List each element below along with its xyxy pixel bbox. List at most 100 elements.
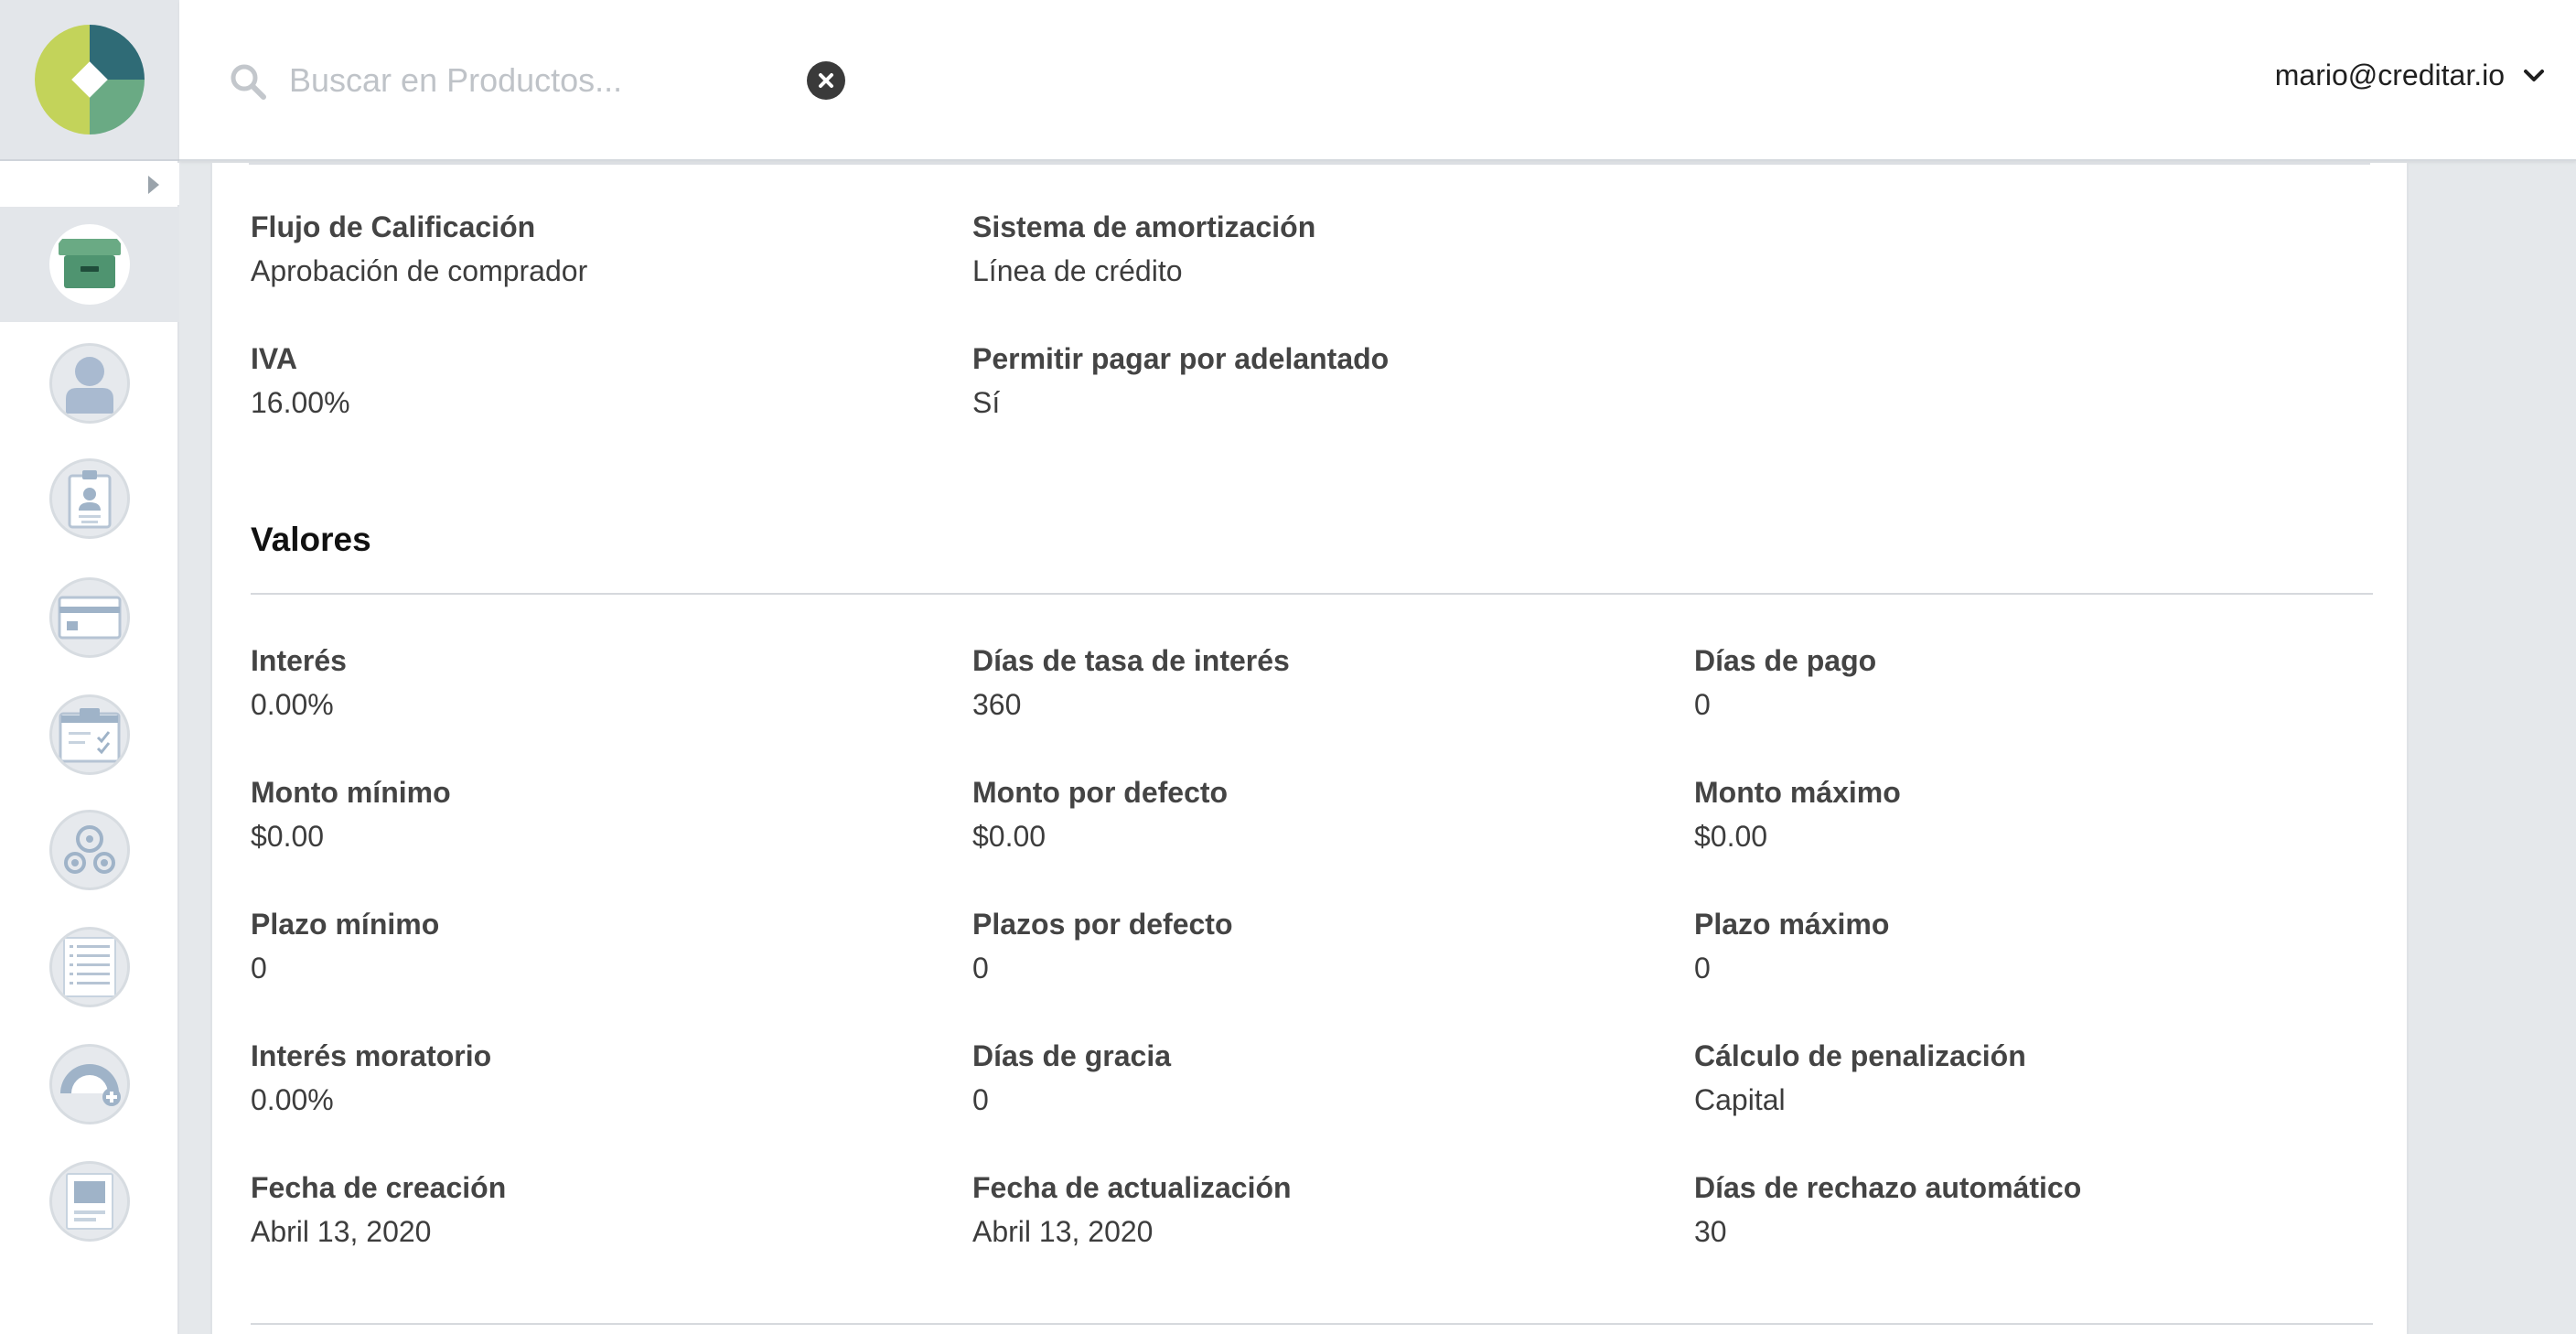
field-dias-pago: Días de pago 0 bbox=[1694, 642, 2389, 723]
field-plazo-maximo: Plazo máximo 0 bbox=[1694, 906, 2389, 986]
gauge-add-icon bbox=[60, 1064, 121, 1106]
nav-item-payments[interactable] bbox=[0, 560, 179, 675]
nav-lists-circle bbox=[49, 927, 130, 1007]
field-value: 30 bbox=[1694, 1215, 1727, 1248]
field-label: Fecha de creación bbox=[251, 1171, 507, 1204]
field-value: 0 bbox=[972, 952, 989, 984]
field-value: Sí bbox=[972, 386, 1001, 419]
field-label: Días de rechazo automático bbox=[1694, 1171, 2082, 1204]
field-value: Abril 13, 2020 bbox=[972, 1215, 1154, 1248]
chevron-down-icon[interactable] bbox=[2523, 69, 2545, 83]
nav-tasks-circle bbox=[49, 694, 130, 775]
field-calculo-penalizacion: Cálculo de penalización Capital bbox=[1694, 1038, 2389, 1118]
field-value: 16.00% bbox=[251, 386, 350, 419]
field-dias-gracia: Días de gracia 0 bbox=[972, 1038, 1668, 1118]
field-sistema-amortizacion: Sistema de amortización Línea de crédito bbox=[972, 209, 1668, 289]
field-fecha-creacion: Fecha de creación Abril 13, 2020 bbox=[251, 1169, 946, 1250]
field-label: Monto mínimo bbox=[251, 776, 451, 809]
credit-card-icon bbox=[58, 596, 122, 640]
field-label: IVA bbox=[251, 342, 297, 375]
field-label: Flujo de Calificación bbox=[251, 210, 536, 243]
nav-item-lists[interactable] bbox=[0, 909, 179, 1025]
webhook-icon bbox=[64, 825, 115, 874]
field-label: Plazo mínimo bbox=[251, 908, 440, 941]
nav-item-reports[interactable] bbox=[0, 1027, 179, 1142]
field-value: Aprobación de comprador bbox=[251, 254, 588, 287]
sidebar bbox=[0, 0, 179, 1334]
nav-item-users[interactable] bbox=[0, 326, 179, 441]
user-menu[interactable]: mario@creditar.io bbox=[2275, 59, 2545, 92]
field-plazos-por-defecto: Plazos por defecto 0 bbox=[972, 906, 1668, 986]
nav-payments-circle bbox=[49, 577, 130, 658]
field-pagar-adelantado: Permitir pagar por adelantado Sí bbox=[972, 340, 1668, 421]
expand-sidebar-icon[interactable] bbox=[148, 176, 159, 194]
field-dias-rechazo-automatico: Días de rechazo automático 30 bbox=[1694, 1169, 2389, 1250]
nav-item-documents[interactable] bbox=[0, 1144, 179, 1259]
field-value: Abril 13, 2020 bbox=[251, 1215, 432, 1248]
field-dias-tasa-interes: Días de tasa de interés 360 bbox=[972, 642, 1668, 723]
field-value: 0.00% bbox=[251, 688, 334, 721]
field-label: Plazo máximo bbox=[1694, 908, 1890, 941]
field-value: $0.00 bbox=[972, 820, 1046, 853]
nav-item-badge[interactable] bbox=[0, 441, 179, 556]
nav-webhooks-circle bbox=[49, 810, 130, 890]
list-icon bbox=[63, 937, 116, 997]
field-label: Monto máximo bbox=[1694, 776, 1901, 809]
nav-item-tasks[interactable] bbox=[0, 677, 179, 792]
field-value: $0.00 bbox=[1694, 820, 1768, 853]
field-label: Permitir pagar por adelantado bbox=[972, 342, 1390, 375]
field-value: Capital bbox=[1694, 1083, 1786, 1116]
nav-users-circle bbox=[49, 343, 130, 424]
divider bbox=[249, 163, 2370, 165]
field-label: Fecha de actualización bbox=[972, 1171, 1292, 1204]
nav-documents-circle bbox=[49, 1161, 130, 1242]
nav-reports-circle bbox=[49, 1044, 130, 1124]
field-flujo-calificacion: Flujo de Calificación Aprobación de comp… bbox=[251, 209, 946, 289]
field-label: Cálculo de penalización bbox=[1694, 1039, 2026, 1072]
field-label: Interés bbox=[251, 644, 347, 677]
field-monto-por-defecto: Monto por defecto $0.00 bbox=[972, 774, 1668, 855]
sidebar-expand-strip[interactable] bbox=[0, 163, 179, 205]
user-email[interactable]: mario@creditar.io bbox=[2275, 59, 2505, 92]
field-plazo-minimo: Plazo mínimo 0 bbox=[251, 906, 946, 986]
field-interes-moratorio: Interés moratorio 0.00% bbox=[251, 1038, 946, 1118]
field-label: Plazos por defecto bbox=[972, 908, 1233, 941]
top-bar: mario@creditar.io bbox=[179, 0, 2576, 161]
archive-box-icon bbox=[59, 239, 121, 288]
field-fecha-actualizacion: Fecha de actualización Abril 13, 2020 bbox=[972, 1169, 1668, 1250]
section-divider bbox=[251, 593, 2373, 595]
field-value: 0 bbox=[1694, 688, 1711, 721]
field-label: Días de pago bbox=[1694, 644, 1877, 677]
brand-logo-icon bbox=[35, 25, 145, 134]
field-monto-maximo: Monto máximo $0.00 bbox=[1694, 774, 2389, 855]
product-detail-card: Flujo de Calificación Aprobación de comp… bbox=[210, 163, 2409, 1334]
field-value: 0 bbox=[1694, 952, 1711, 984]
nav-products-circle bbox=[49, 224, 130, 305]
user-icon bbox=[66, 357, 113, 414]
id-badge-icon bbox=[68, 470, 112, 529]
field-label: Días de gracia bbox=[972, 1039, 1171, 1072]
field-value: 0 bbox=[251, 952, 267, 984]
field-value: 0 bbox=[972, 1083, 989, 1116]
field-iva: IVA 16.00% bbox=[251, 340, 946, 421]
logo-area bbox=[0, 0, 179, 161]
field-value: 360 bbox=[972, 688, 1022, 721]
document-icon bbox=[66, 1173, 113, 1230]
nav-item-products[interactable] bbox=[0, 207, 179, 322]
nav-badge-circle bbox=[49, 458, 130, 539]
section-title-valores: Valores bbox=[251, 521, 371, 558]
search-icon bbox=[231, 64, 266, 100]
field-label: Interés moratorio bbox=[251, 1039, 492, 1072]
field-value: $0.00 bbox=[251, 820, 325, 853]
nav-item-webhooks[interactable] bbox=[0, 792, 179, 908]
field-value: Línea de crédito bbox=[972, 254, 1183, 287]
clear-search-icon[interactable] bbox=[807, 61, 845, 100]
search-input[interactable] bbox=[289, 55, 801, 106]
clipboard-check-icon bbox=[59, 708, 121, 763]
field-label: Sistema de amortización bbox=[972, 210, 1316, 243]
field-label: Monto por defecto bbox=[972, 776, 1229, 809]
section-divider bbox=[251, 1323, 2373, 1325]
field-interes: Interés 0.00% bbox=[251, 642, 946, 723]
field-label: Días de tasa de interés bbox=[972, 644, 1290, 677]
field-value: 0.00% bbox=[251, 1083, 334, 1116]
